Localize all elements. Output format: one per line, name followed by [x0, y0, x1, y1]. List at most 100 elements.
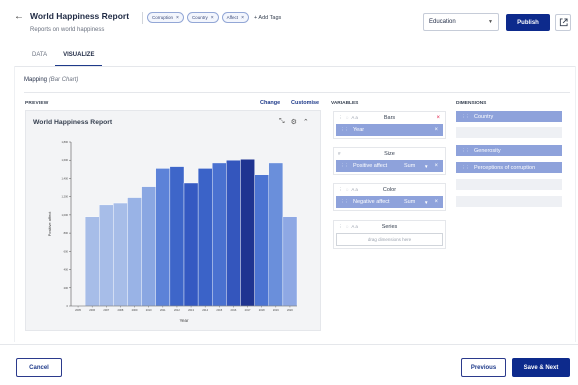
caret-down-icon[interactable]: ▼ — [424, 164, 428, 169]
bar — [254, 174, 269, 307]
x-axis-label: Year — [179, 318, 189, 323]
dimension-generosity[interactable]: ⋮⋮ Generosity — [456, 145, 562, 156]
dimension-empty — [456, 127, 562, 138]
arrow-left-icon[interactable]: ← — [14, 11, 24, 22]
close-icon[interactable]: × — [434, 127, 438, 133]
grip-icon: ⋮⋮ — [461, 113, 470, 119]
divider — [142, 12, 143, 24]
close-icon[interactable]: × — [434, 199, 438, 205]
tag-affect[interactable]: Affect × — [221, 12, 249, 23]
share-icon[interactable] — [555, 14, 571, 31]
preview-label: PREVIEW — [25, 101, 49, 106]
mapping-label: Mapping — [24, 77, 48, 83]
cancel-button[interactable]: Cancel — [16, 358, 62, 377]
variable-label: Size — [384, 150, 395, 157]
variable-chip-positive-affect[interactable]: ⋮⋮ Positive affect Sum ▼ × — [336, 160, 443, 172]
caret-down-icon[interactable]: ▼ — [424, 200, 428, 205]
x-tick-label: 2009 — [132, 308, 138, 312]
customise-link[interactable]: Customise — [291, 100, 319, 106]
tag-label: Country — [191, 15, 208, 20]
dimension-label: Country — [474, 113, 494, 120]
dimensions-label: DIMENSIONS — [456, 101, 487, 106]
variables-label: VARIABLES — [331, 101, 359, 106]
page-subtitle: Reports on world happiness — [30, 27, 105, 33]
y-tick-label: 1,800 — [62, 140, 69, 144]
series-drop-zone[interactable]: drag dimensions here — [336, 233, 443, 246]
y-tick-label: 400 — [64, 268, 69, 272]
add-tags-button[interactable]: + Add Tags — [254, 12, 281, 23]
y-tick-label: 1,000 — [62, 213, 69, 217]
x-tick-label: 2013 — [188, 308, 194, 312]
tag-corruption[interactable]: Corruption × — [147, 12, 184, 23]
caret-down-icon: ▼ — [488, 19, 493, 25]
variable-header: ⋮ ◌ Aa Color — [334, 184, 445, 195]
tag-list: Corruption × Country × Affect × + Add Tags — [147, 12, 281, 23]
variable-label: Bars — [383, 114, 396, 121]
chart-type-label: (Bar Chart) — [48, 77, 79, 83]
publish-button[interactable]: Publish — [506, 14, 550, 31]
bar — [212, 162, 227, 307]
close-icon[interactable]: × — [176, 15, 179, 21]
dimension-label: Perceptions of corruption — [474, 164, 536, 171]
x-tick-label: 2019 — [273, 308, 279, 312]
settings-icon[interactable]: ⚙ — [291, 118, 297, 126]
bar — [226, 160, 241, 307]
bar — [282, 216, 298, 307]
dimension-empty — [456, 179, 562, 190]
divider — [0, 344, 578, 345]
y-tick-label: 1,400 — [62, 176, 69, 180]
tag-country[interactable]: Country × — [186, 12, 219, 23]
chip-label: Negative affect — [353, 199, 390, 205]
variable-label: Series — [381, 223, 398, 230]
aggregation-select[interactable]: Sum — [404, 199, 415, 205]
bar — [183, 182, 199, 307]
grip-icon: ⋮⋮ — [340, 199, 349, 204]
x-tick-label: 2018 — [259, 308, 265, 312]
tab-data[interactable]: DATA — [24, 48, 55, 67]
variable-series: ⋮ ◌ Aa Series drag dimensions here — [333, 220, 446, 249]
close-icon[interactable]: × — [241, 15, 244, 21]
required-icon: × — [436, 114, 440, 121]
variable-size: # Size ⋮⋮ Positive affect Sum ▼ × — [333, 147, 446, 175]
save-next-button[interactable]: Save & Next — [512, 358, 570, 377]
y-tick-label: 600 — [64, 249, 69, 253]
x-tick-label: 2006 — [89, 308, 95, 312]
dimension-perceptions-of-corruption[interactable]: ⋮⋮ Perceptions of corruption — [456, 162, 562, 173]
bar — [240, 159, 255, 307]
expand-icon[interactable]: ⤡ — [279, 118, 285, 126]
close-icon[interactable]: × — [211, 15, 214, 21]
variable-bars: ⋮ ◌ Aa Bars × ⋮⋮ Year × — [333, 111, 446, 139]
previous-button[interactable]: Previous — [461, 358, 506, 377]
chevron-up-icon[interactable]: ⌃ — [303, 118, 309, 126]
grip-icon: ⋮⋮ — [461, 147, 470, 153]
x-tick-label: 2014 — [202, 308, 208, 312]
y-tick-label: 1,600 — [62, 158, 69, 162]
category-select-value: Education — [429, 19, 456, 25]
tab-visualize[interactable]: VISUALIZE — [55, 48, 103, 67]
variable-header: # Size — [334, 148, 445, 159]
variable-chip-year[interactable]: ⋮⋮ Year × — [336, 124, 443, 136]
chart-toolbar: ⤡ ⚙ ⌃ — [279, 118, 309, 126]
y-tick-label: 800 — [64, 231, 69, 235]
change-link[interactable]: Change — [260, 100, 280, 106]
bar — [113, 202, 128, 307]
variable-chip-negative-affect[interactable]: ⋮⋮ Negative affect Sum ▼ × — [336, 196, 443, 208]
chart-title: World Happiness Report — [33, 119, 113, 126]
x-tick-label: 2011 — [160, 308, 166, 312]
dimension-country[interactable]: ⋮⋮ Country — [456, 111, 562, 122]
tag-label: Corruption — [152, 15, 174, 20]
bar — [127, 197, 142, 307]
x-tick-label: 2016 — [231, 308, 237, 312]
chip-label: Year — [353, 127, 365, 133]
grip-icon: ⋮⋮ — [340, 127, 349, 132]
x-tick-label: 2015 — [216, 308, 222, 312]
x-tick-label: 2017 — [245, 308, 251, 312]
aggregation-select[interactable]: Sum — [404, 163, 415, 169]
bar — [169, 166, 185, 307]
x-tick-label: 2012 — [174, 308, 180, 312]
x-tick-label: 2007 — [103, 308, 109, 312]
x-tick-label: 2010 — [146, 308, 152, 312]
category-select[interactable]: Education ▼ — [423, 13, 499, 31]
close-icon[interactable]: × — [434, 163, 438, 169]
variable-header: ⋮ ◌ Aa Bars × — [334, 112, 445, 123]
